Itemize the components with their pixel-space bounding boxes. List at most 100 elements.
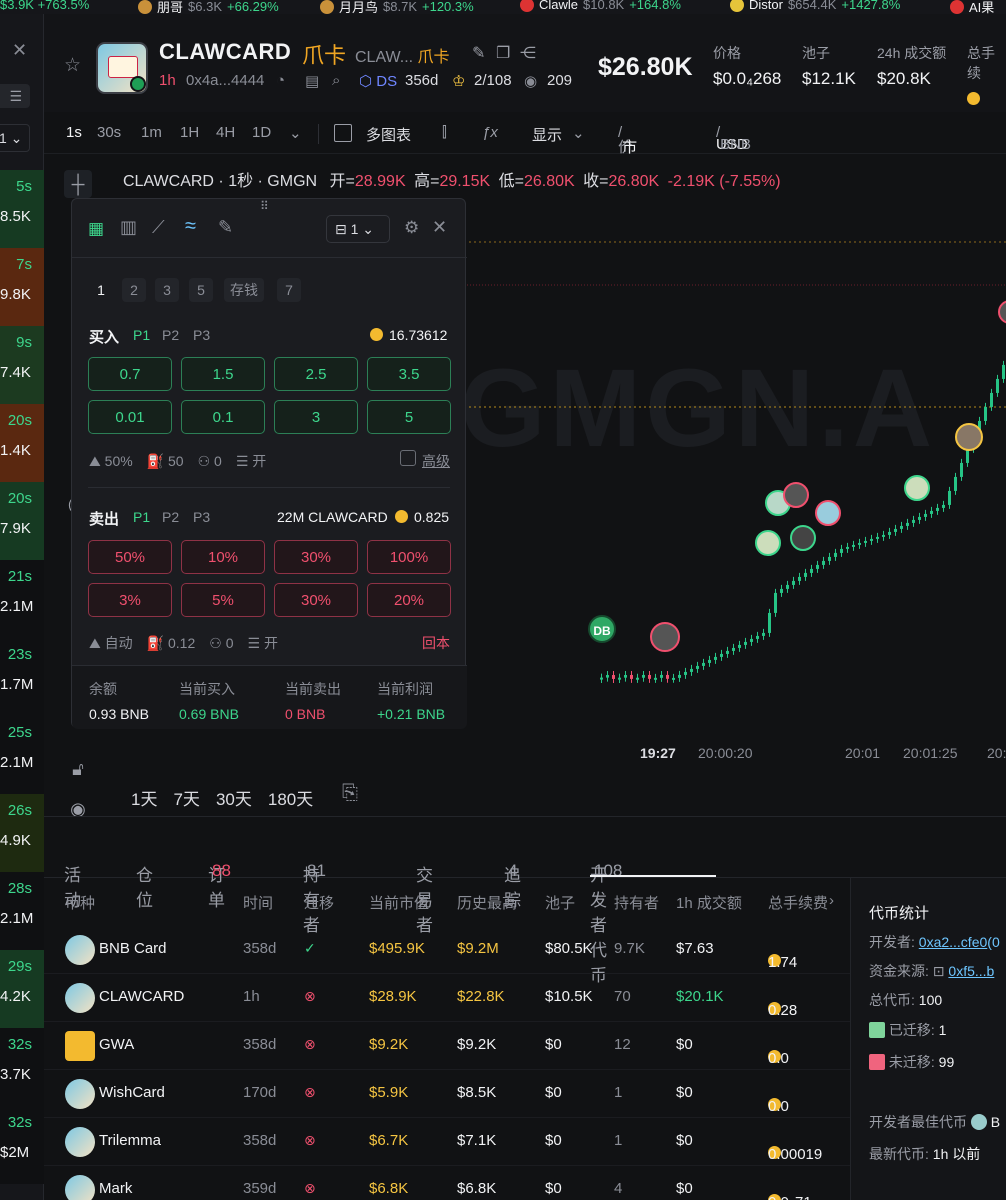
line-chart-icon[interactable]: ⟋ [152,217,165,238]
interval-1s[interactable]: 1s [66,124,82,141]
preset-tab[interactable]: 2 [122,278,146,302]
range-1d[interactable]: 1天 [131,785,157,810]
sell-percent-button[interactable]: 100% [367,540,451,574]
buy-amount-button[interactable]: 2.5 [274,357,358,391]
buy-amount-button[interactable]: 5 [367,400,451,434]
sell-percent-button[interactable]: 3% [88,583,172,617]
close-icon[interactable]: ✕ [432,217,447,238]
list-item[interactable]: 23s 1.7M [0,638,44,716]
column-header[interactable]: 历史最高 [457,892,517,913]
trade-marker[interactable]: DB [588,615,616,643]
range-180d[interactable]: 180天 [268,785,313,810]
list-item[interactable]: 32s 3.7K [0,1028,44,1106]
crosshair-icon[interactable]: ┼ [64,170,92,198]
range-7d[interactable]: 7天 [173,785,199,810]
drag-handle-icon[interactable]: ⠿ [260,199,269,213]
sell-preset-p3[interactable]: P3 [193,509,210,525]
list-item[interactable]: 21s 2.1M [0,560,44,638]
list-item[interactable]: 32s $2M [0,1106,44,1184]
chevron-right-icon[interactable]: › [829,892,834,909]
avatar-marker[interactable] [904,475,930,501]
column-header[interactable]: 持有者 [614,892,659,913]
list-count-select[interactable]: 1 ⌄ [0,124,30,152]
pencil-icon[interactable]: ✎ [218,217,233,238]
table-row[interactable]: GWA 358d ⊗ $9.2K $9.2K $0 12 $0 0.0 [44,1022,850,1070]
keyboard-icon[interactable]: ▦ [88,219,104,239]
advanced-label[interactable]: 高级 [422,451,450,471]
buy-amount-button[interactable]: 0.01 [88,400,172,434]
preset-tab[interactable]: 7 [277,278,301,302]
token-name[interactable]: Mark [99,1180,132,1197]
ticker-item[interactable]: Clawle $10.8K +164.8% [520,0,681,12]
list-item[interactable]: 5s 8.5K [0,170,44,248]
interval-1m[interactable]: 1m [141,124,162,141]
sell-settings[interactable]: ⛰ 自动 ⛽ 0.12 ⚇ 0 ☰ 开 [89,633,278,653]
preset-tab[interactable]: 1 [89,278,113,302]
token-name[interactable]: CLAWCARD [99,988,184,1005]
sell-percent-button[interactable]: 50% [88,540,172,574]
advanced-checkbox[interactable] [400,450,416,466]
table-row[interactable]: BNB Card 358d ✓ $495.9K $9.2M $80.5K 9.7K $7.63… [44,926,850,974]
list-item[interactable]: 28s 2.1M [0,872,44,950]
sell-percent-button[interactable]: 30% [274,540,358,574]
column-header[interactable]: 当前市值 [369,892,429,913]
fund-address[interactable]: 0xf5...b [948,963,994,979]
interval-1d[interactable]: 1D [252,124,271,141]
sell-percent-button[interactable]: 10% [181,540,265,574]
avatar-marker[interactable] [783,482,809,508]
column-header[interactable]: 迁移 [304,892,334,913]
ticker-item[interactable]: $3.9K +763.5% [0,0,89,12]
buy-amount-button[interactable]: 3 [274,400,358,434]
gear-icon[interactable]: ⚙ [404,218,419,238]
list-item[interactable]: 9s 7.4K [0,326,44,404]
interval-1h[interactable]: 1H [180,124,199,141]
price-toggle[interactable]: 价格 / 市值 [618,124,637,177]
edit-icon[interactable]: ✎ [472,43,485,63]
list-item[interactable]: 25s 2.1M [0,716,44,794]
list-item[interactable]: 26s 4.9K [0,794,44,872]
token-name[interactable]: GWA [99,1036,134,1053]
buy-amount-button[interactable]: 3.5 [367,357,451,391]
dev-address[interactable]: 0xa2...cfe0 [919,934,988,950]
chart-icon[interactable]: ◔ [276,72,285,89]
preset-tab[interactable]: 存钱 [224,278,264,302]
table-row[interactable]: Trilemma 358d ⊗ $6.7K $7.1K $0 1 $0 0.00019 [44,1118,850,1166]
sell-percent-button[interactable]: 20% [367,583,451,617]
list-item[interactable]: 20s 1.4K [0,404,44,482]
ds-badge[interactable]: ⬡ DS [359,72,397,90]
candle-type-icon[interactable]: ⫿ [442,124,447,141]
sell-percent-button[interactable]: 30% [274,583,358,617]
buy-amount-button[interactable]: 1.5 [181,357,265,391]
avatar-marker[interactable] [755,530,781,556]
ticker-item[interactable]: Distor $654.4K +1427.8% [730,0,900,12]
ticker-item[interactable]: AI果 [950,0,994,14]
avatar-marker[interactable] [955,423,983,451]
avatar-marker[interactable] [790,525,816,551]
range-30d[interactable]: 30天 [216,785,252,810]
bar-chart-icon[interactable]: ▥ [120,217,137,238]
wave-icon[interactable]: ≈ [185,215,196,238]
token-name[interactable]: WishCard [99,1084,165,1101]
share-icon[interactable]: ⋲ [520,43,536,63]
calendar-icon[interactable]: ⎘ [342,782,358,805]
buy-amount-button[interactable]: 0.1 [181,400,265,434]
sell-preset-p1[interactable]: P1 [133,509,150,525]
star-icon[interactable]: ☆ [64,54,81,77]
copy-icon[interactable]: ❐ [496,43,510,63]
breakeven-button[interactable]: 回本 [422,633,450,653]
buy-preset-p1[interactable]: P1 [133,327,150,343]
column-header[interactable]: 池子 [545,892,575,913]
indicator-icon[interactable]: ƒx [482,124,498,141]
table-row[interactable]: WishCard 170d ⊗ $5.9K $8.5K $0 1 $0 0.0 [44,1070,850,1118]
column-header[interactable]: 总手续费 [768,892,828,913]
buy-preset-p3[interactable]: P3 [193,327,210,343]
list-item[interactable]: 20s 7.9K [0,482,44,560]
list-item[interactable]: 7s 9.8K [0,248,44,326]
token-address[interactable]: 0x4a...4444 [186,72,264,89]
interval-30s[interactable]: 30s [97,124,121,141]
ticker-item[interactable]: 朋哥 $6.3K +66.29% [138,0,279,14]
sell-percent-button[interactable]: 5% [181,583,265,617]
token-name[interactable]: Trilemma [99,1132,161,1149]
search-icon[interactable]: ⌕ [332,72,340,89]
column-header[interactable]: 1h 成交额 [676,892,742,913]
